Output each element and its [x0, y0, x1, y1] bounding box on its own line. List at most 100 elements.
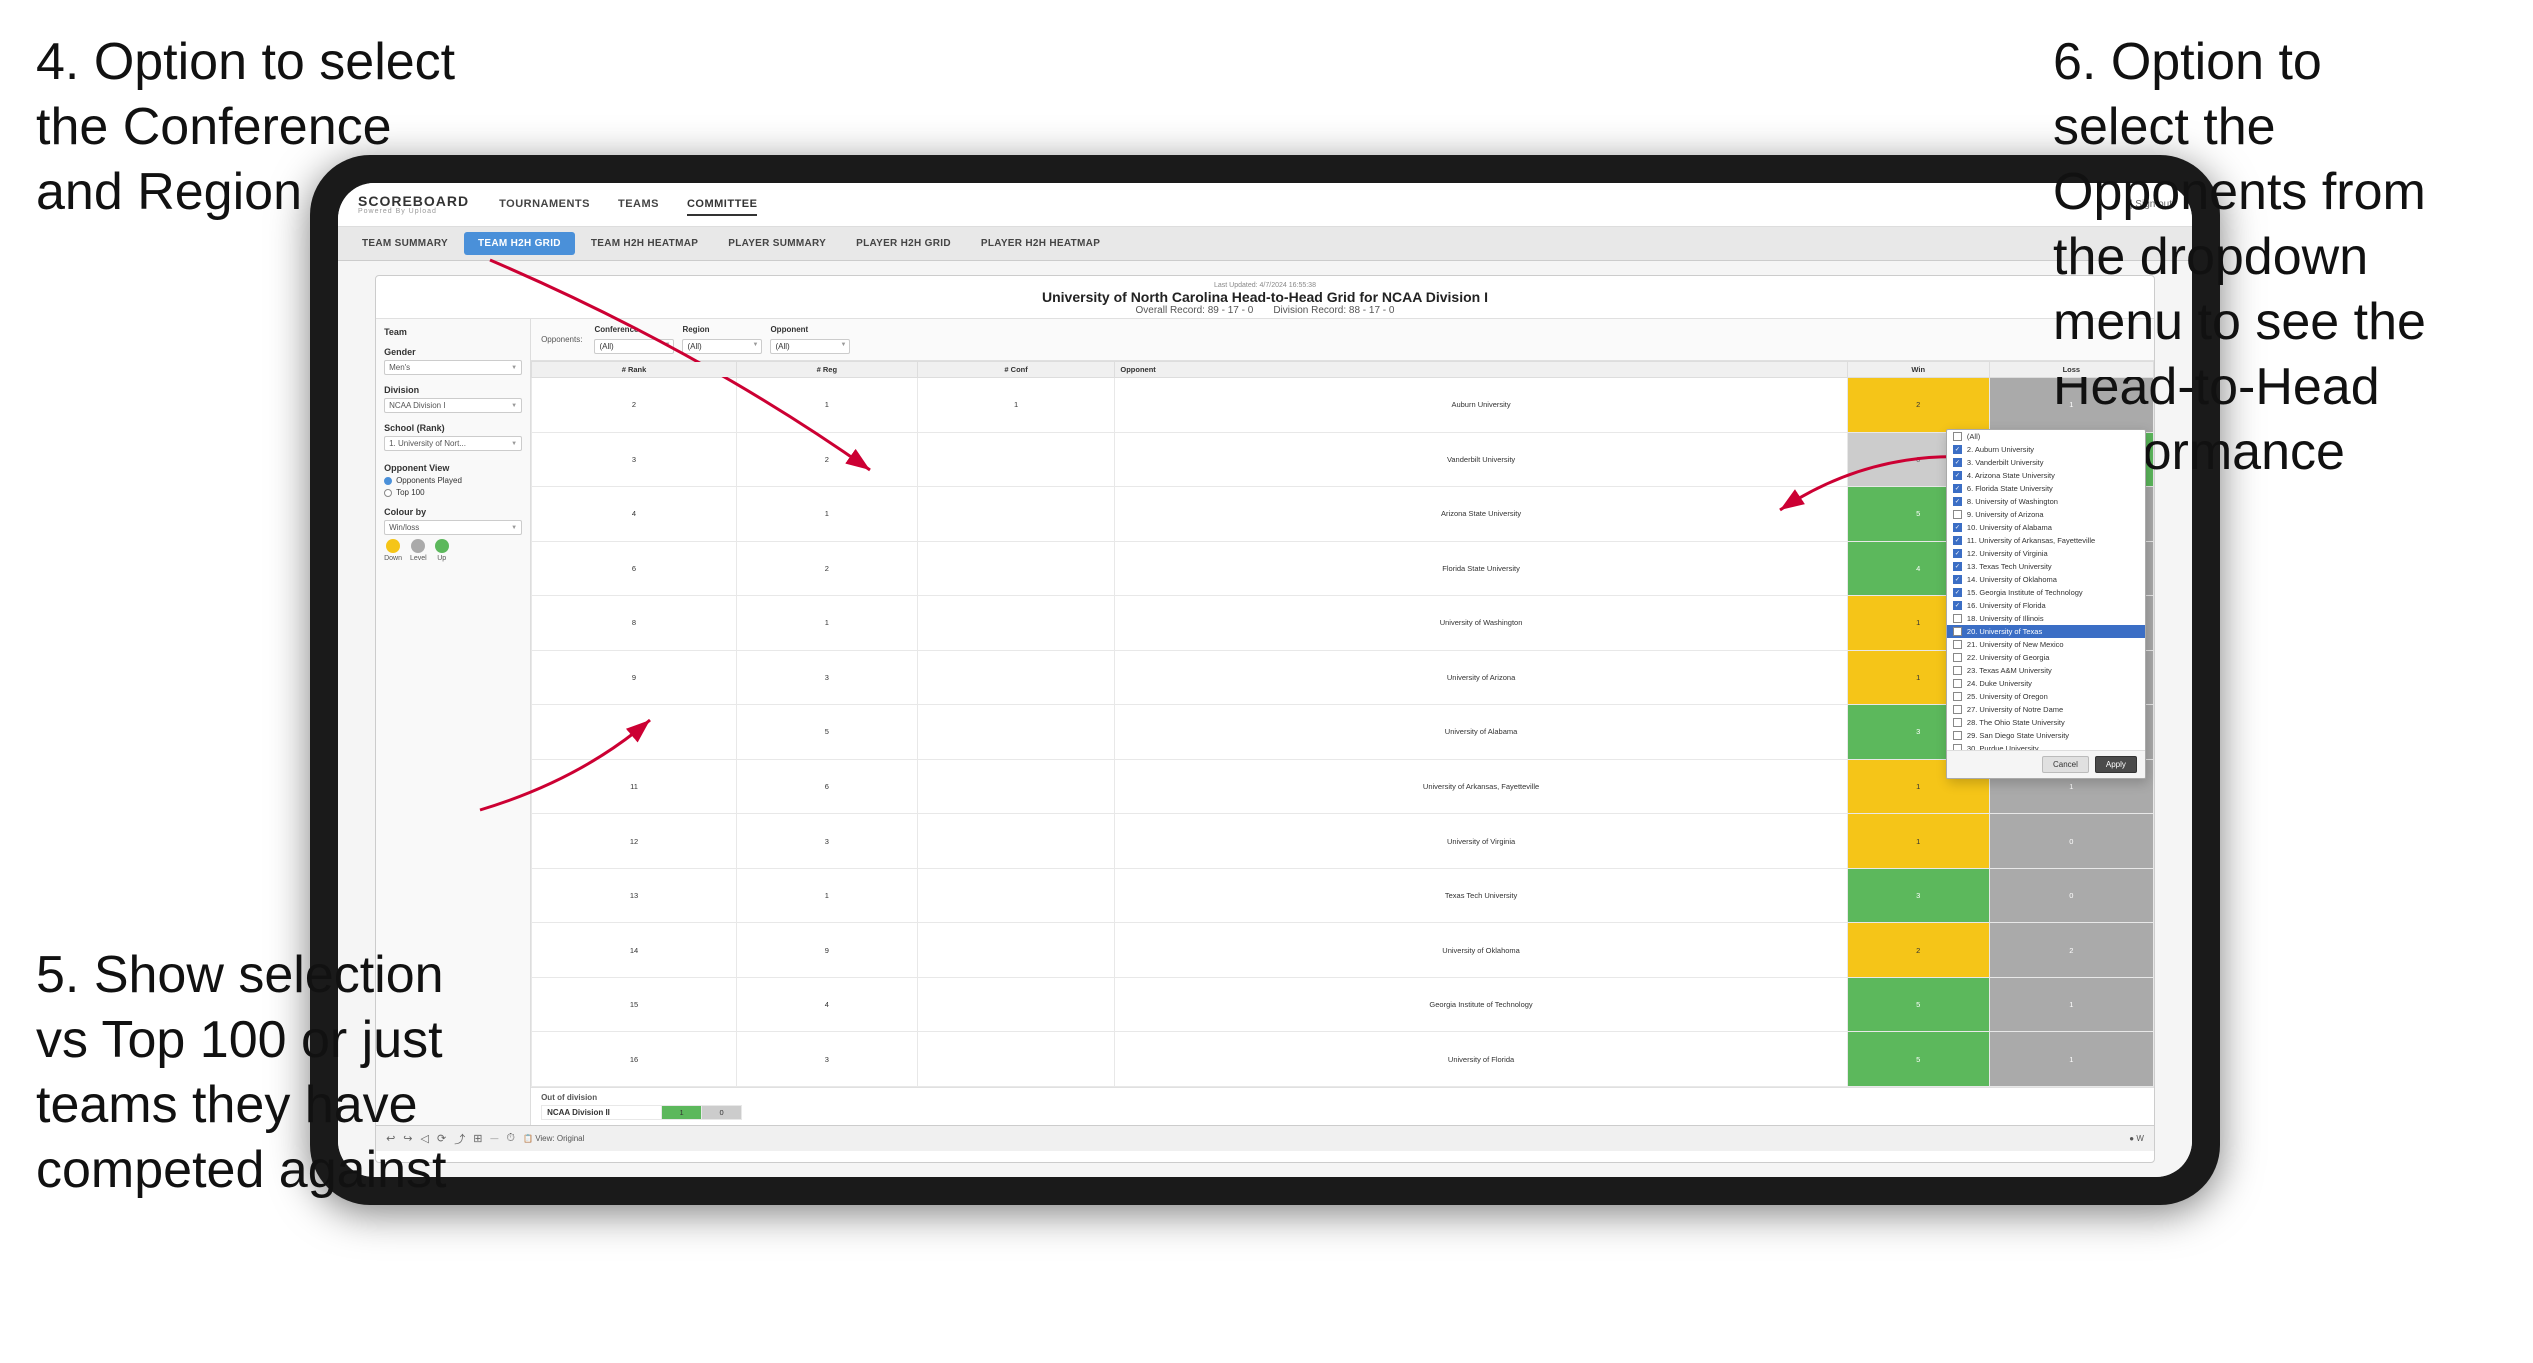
col-rank: # Rank: [532, 362, 737, 378]
cell-conf: [917, 432, 1115, 487]
data-table-wrap: # Rank # Reg # Conf Opponent Win Loss: [531, 361, 2154, 1087]
gender-dropdown[interactable]: Men's: [384, 360, 522, 375]
colour-by-label: Colour by: [384, 507, 522, 517]
cell-opponent: University of Washington: [1115, 596, 1847, 651]
cell-opponent: University of Florida: [1115, 1032, 1847, 1087]
dropdown-item[interactable]: 23. Texas A&M University: [1947, 664, 2145, 677]
region-select[interactable]: (All): [682, 339, 762, 354]
dropdown-item[interactable]: ✓15. Georgia Institute of Technology: [1947, 586, 2145, 599]
tab-player-summary[interactable]: PLAYER SUMMARY: [714, 232, 840, 255]
dropdown-checkbox: [1953, 614, 1962, 623]
dropdown-item[interactable]: (All): [1947, 430, 2145, 443]
dropdown-item[interactable]: ✓16. University of Florida: [1947, 599, 2145, 612]
school-dropdown[interactable]: 1. University of Nort...: [384, 436, 522, 451]
down-label: Down: [384, 555, 402, 562]
dropdown-item-label: 29. San Diego State University: [1967, 731, 2069, 740]
apply-button[interactable]: Apply: [2095, 756, 2137, 773]
dropdown-item[interactable]: ✓11. University of Arkansas, Fayettevill…: [1947, 534, 2145, 547]
dropdown-item-label: 18. University of Illinois: [1967, 614, 2044, 623]
tab-player-h2h-grid[interactable]: PLAYER H2H GRID: [842, 232, 965, 255]
dropdown-item[interactable]: ✓2. Auburn University: [1947, 443, 2145, 456]
cell-opponent: Georgia Institute of Technology: [1115, 977, 1847, 1032]
dropdown-item[interactable]: 22. University of Georgia: [1947, 651, 2145, 664]
cell-conf: [917, 705, 1115, 760]
division-dropdown[interactable]: NCAA Division I: [384, 398, 522, 413]
cell-conf: [917, 868, 1115, 923]
out-of-division-label: Out of division: [541, 1093, 2144, 1102]
cell-reg: 1: [736, 596, 917, 651]
dropdown-item-label: 11. University of Arkansas, Fayetteville: [1967, 536, 2095, 545]
level-label: Level: [410, 555, 427, 562]
table-row: 13 1 Texas Tech University 3 0: [532, 868, 2154, 923]
dropdown-item-label: 8. University of Washington: [1967, 497, 2058, 506]
region-filter-group: Region (All): [682, 325, 762, 354]
dropdown-item[interactable]: ✓14. University of Oklahoma: [1947, 573, 2145, 586]
cell-reg: 1: [736, 487, 917, 542]
tab-team-summary[interactable]: TEAM SUMMARY: [348, 232, 462, 255]
team-label: Team: [384, 327, 522, 337]
dropdown-item[interactable]: 27. University of Notre Dame: [1947, 703, 2145, 716]
dropdown-item[interactable]: ✓13. Texas Tech University: [1947, 560, 2145, 573]
dropdown-item[interactable]: ✓10. University of Alabama: [1947, 521, 2145, 534]
cell-reg: 3: [736, 1032, 917, 1087]
cell-opponent: University of Alabama: [1115, 705, 1847, 760]
cell-reg: 5: [736, 705, 917, 760]
dropdown-item[interactable]: 18. University of Illinois: [1947, 612, 2145, 625]
colour-down: Down: [384, 539, 402, 562]
dropdown-item[interactable]: 29. San Diego State University: [1947, 729, 2145, 742]
opponent-view-label: Opponent View: [384, 463, 522, 473]
dropdown-list: (All)✓2. Auburn University✓3. Vanderbilt…: [1947, 430, 2145, 750]
tab-team-h2h-heatmap[interactable]: TEAM H2H HEATMAP: [577, 232, 712, 255]
table-row: 6 2 Florida State University 4 2: [532, 541, 2154, 596]
dropdown-item[interactable]: 20. University of Texas: [1947, 625, 2145, 638]
dropdown-item[interactable]: ✓8. University of Washington: [1947, 495, 2145, 508]
region-select-wrap: (All): [682, 336, 762, 354]
cancel-button[interactable]: Cancel: [2042, 756, 2089, 773]
cell-conf: [917, 1032, 1115, 1087]
cell-reg: 4: [736, 977, 917, 1032]
dropdown-item[interactable]: 25. University of Oregon: [1947, 690, 2145, 703]
dropdown-item[interactable]: ✓6. Florida State University: [1947, 482, 2145, 495]
cell-rank: 12: [532, 814, 737, 869]
dropdown-item[interactable]: 21. University of New Mexico: [1947, 638, 2145, 651]
dropdown-item[interactable]: 28. The Ohio State University: [1947, 716, 2145, 729]
dropdown-item-label: 10. University of Alabama: [1967, 523, 2052, 532]
cell-rank: 9: [532, 650, 737, 705]
dropdown-item[interactable]: ✓12. University of Virginia: [1947, 547, 2145, 560]
cell-opponent: Texas Tech University: [1115, 868, 1847, 923]
opponent-select[interactable]: (All): [770, 339, 850, 354]
out-div-loss: 0: [702, 1106, 742, 1120]
dropdown-checkbox: [1953, 679, 1962, 688]
school-section: School (Rank) 1. University of Nort...: [384, 423, 522, 451]
cell-loss: 1: [1989, 977, 2153, 1032]
table-row: 3 2 Vanderbilt University 0 4: [532, 432, 2154, 487]
dropdown-checkbox: [1953, 432, 1962, 441]
cell-loss: 2: [1989, 923, 2153, 978]
colour-by-dropdown[interactable]: Win/loss: [384, 520, 522, 535]
cell-loss: 0: [1989, 868, 2153, 923]
dropdown-item[interactable]: ✓3. Vanderbilt University: [1947, 456, 2145, 469]
dropdown-item[interactable]: 9. University of Arizona: [1947, 508, 2145, 521]
dropdown-item-label: 12. University of Virginia: [1967, 549, 2048, 558]
dropdown-item-label: 30. Purdue University: [1967, 744, 2039, 750]
nav-teams[interactable]: TEAMS: [618, 194, 659, 216]
annotation-tl-1: 4. Option to select: [36, 33, 455, 91]
tab-player-h2h-heatmap[interactable]: PLAYER H2H HEATMAP: [967, 232, 1114, 255]
cell-loss: 0: [1989, 814, 2153, 869]
cell-win: 5: [1847, 977, 1989, 1032]
cell-conf: [917, 759, 1115, 814]
radio-top100[interactable]: Top 100: [384, 488, 522, 497]
annotation-tr-4: the dropdown: [2053, 228, 2368, 286]
dropdown-item[interactable]: ✓4. Arizona State University: [1947, 469, 2145, 482]
radio-opponents-played[interactable]: Opponents Played: [384, 476, 522, 485]
tab-team-h2h-grid[interactable]: TEAM H2H GRID: [464, 232, 575, 255]
conference-select[interactable]: (All): [594, 339, 674, 354]
level-circle: [411, 539, 425, 553]
table-row: 11 6 University of Arkansas, Fayettevill…: [532, 759, 2154, 814]
cell-reg: 2: [736, 541, 917, 596]
cell-opponent: University of Oklahoma: [1115, 923, 1847, 978]
division-label: Division: [384, 385, 522, 395]
nav-committee[interactable]: COMMITTEE: [687, 194, 758, 216]
dropdown-item[interactable]: 30. Purdue University: [1947, 742, 2145, 750]
dropdown-item[interactable]: 24. Duke University: [1947, 677, 2145, 690]
